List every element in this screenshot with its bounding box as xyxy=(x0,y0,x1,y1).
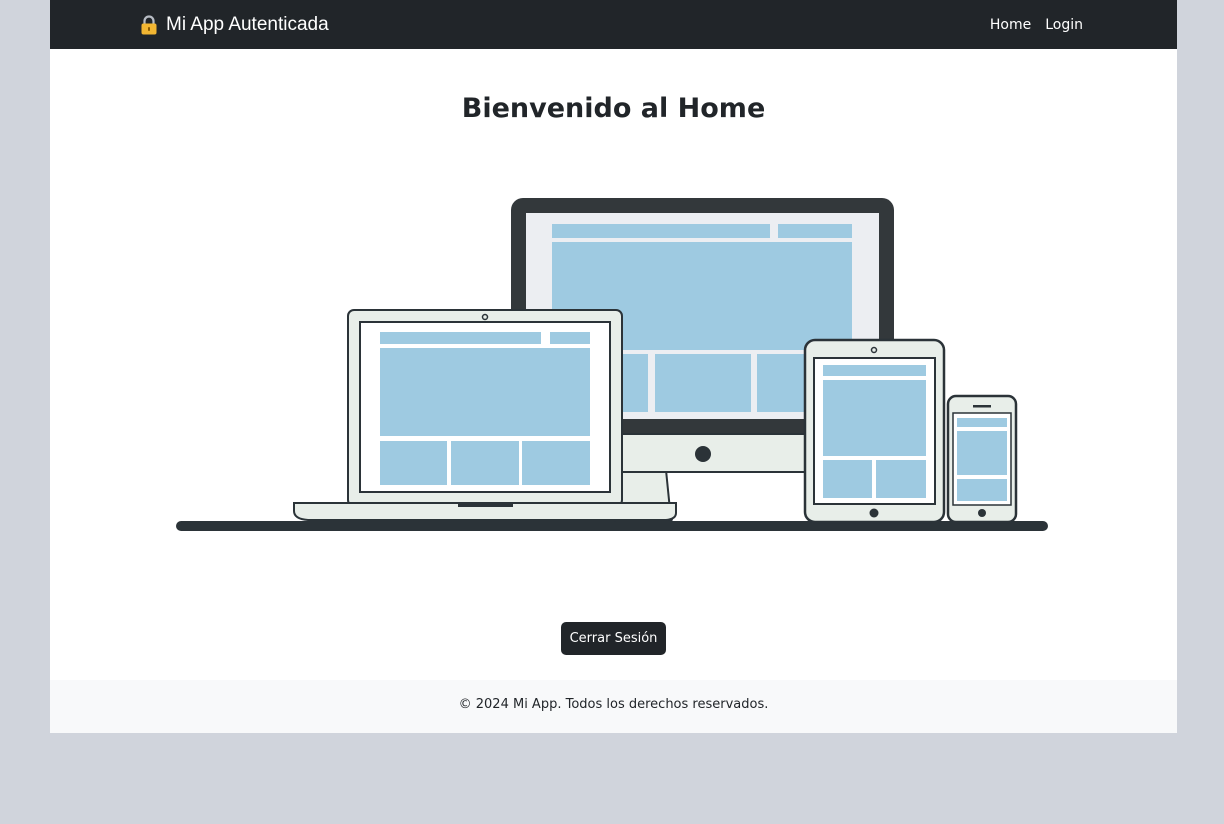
nav-link-login[interactable]: Login xyxy=(1045,15,1083,35)
nav-link-home[interactable]: Home xyxy=(990,15,1031,35)
app-frame: Mi App Autenticada Home Login Bienvenido… xyxy=(50,0,1177,733)
logout-button[interactable]: Cerrar Sesión xyxy=(561,622,666,655)
navbar-brand[interactable]: Mi App Autenticada xyxy=(140,13,329,37)
footer-text: © 2024 Mi App. Todos los derechos reserv… xyxy=(458,697,769,712)
page-title: Bienvenido al Home xyxy=(461,93,766,124)
responsive-devices-illustration xyxy=(176,198,1048,531)
brand-label: Mi App Autenticada xyxy=(166,14,329,35)
nav-links: Home Login xyxy=(990,15,1083,35)
tablet-illustration xyxy=(803,338,946,524)
footer: © 2024 Mi App. Todos los derechos reserv… xyxy=(50,680,1177,733)
laptop-illustration xyxy=(293,309,677,521)
navbar: Mi App Autenticada Home Login xyxy=(50,0,1177,49)
lock-icon xyxy=(141,15,157,35)
phone-illustration xyxy=(946,394,1018,524)
